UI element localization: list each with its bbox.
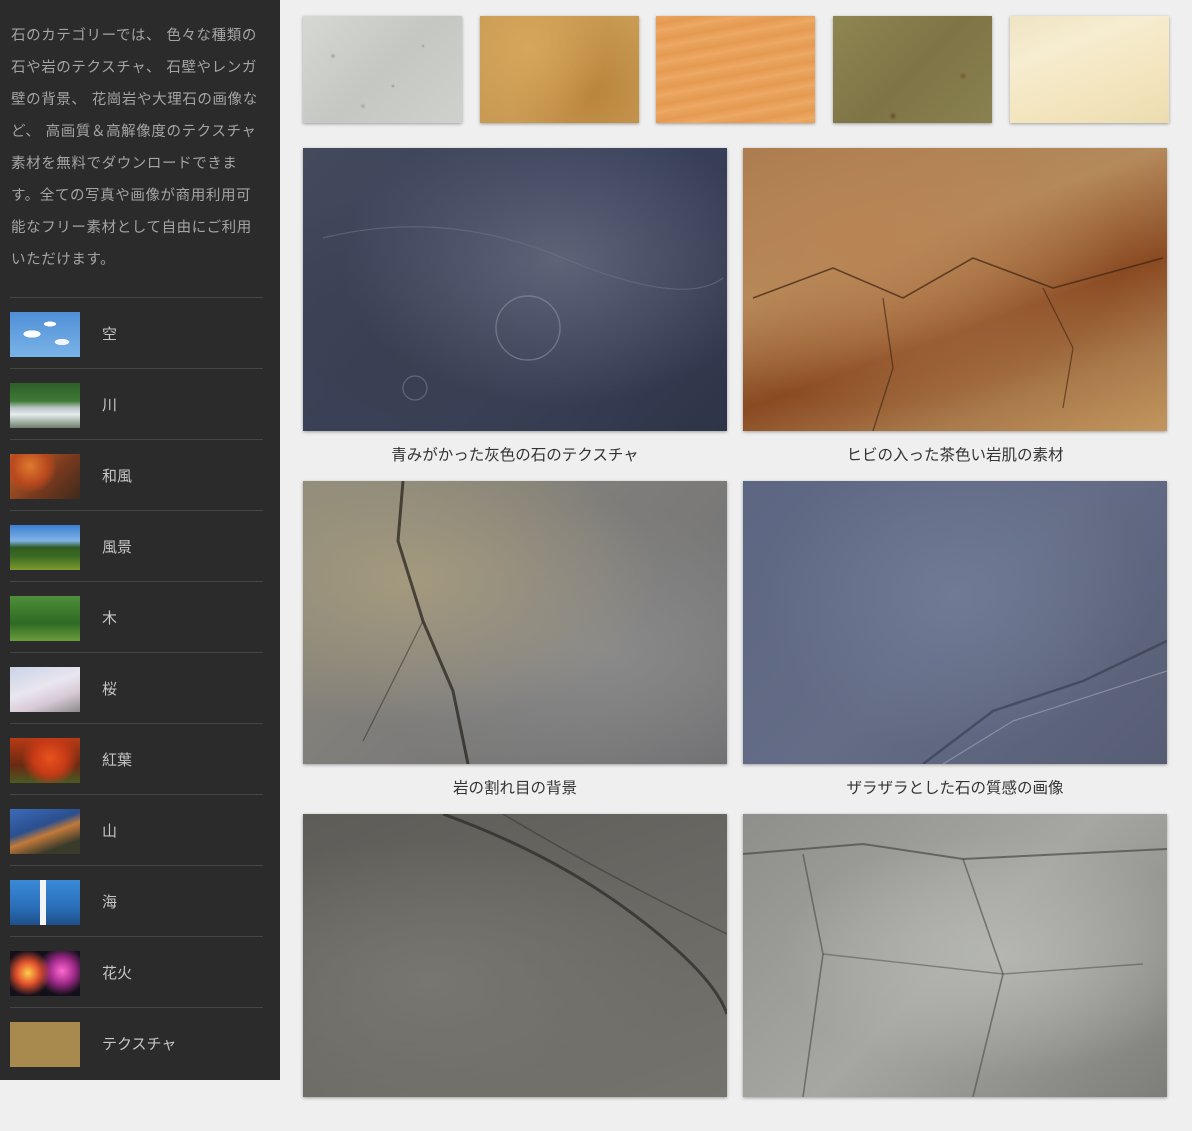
category-label: 川	[102, 396, 118, 414]
texture-thumbnail-cream-paper[interactable]	[1010, 16, 1169, 123]
tree-thumbnail	[10, 596, 80, 641]
category-label: 和風	[102, 467, 133, 485]
category-label: テクスチャ	[102, 1035, 177, 1053]
category-label: 花火	[102, 964, 133, 982]
gallery-caption: ザラザラとした石の質感の画像	[846, 779, 1064, 797]
autumn-leaves-thumbnail	[10, 738, 80, 783]
gallery-image	[743, 814, 1167, 1097]
category-label: 空	[102, 325, 118, 343]
mountain-thumbnail	[10, 809, 80, 854]
fireworks-thumbnail	[10, 951, 80, 996]
cherry-blossom-thumbnail	[10, 667, 80, 712]
gallery-card[interactable]: 岩の割れ目の背景	[303, 481, 727, 798]
gallery-image	[303, 481, 727, 764]
crack-lines	[442, 814, 727, 1015]
category-item-fireworks[interactable]: 花火	[10, 936, 263, 1007]
category-item-sea[interactable]: 海	[10, 865, 263, 936]
texture-thumbnail-sand-dune[interactable]	[656, 16, 815, 123]
sidebar: 石のカテゴリーでは、 色々な種類の石や岩のテクスチャ、 石壁やレンガ壁の背景、 …	[0, 0, 280, 1080]
category-item-sky[interactable]: 空	[10, 297, 263, 368]
crack-lines	[752, 257, 1164, 431]
texture-thumbnail	[10, 1022, 80, 1067]
category-item-texture[interactable]: テクスチャ	[10, 1007, 263, 1078]
gallery-card[interactable]: 青みがかった灰色の石のテクスチャ	[303, 148, 727, 465]
river-thumbnail	[10, 383, 80, 428]
gallery-caption: ヒビの入った茶色い岩肌の素材	[846, 446, 1064, 464]
category-label: 風景	[102, 538, 133, 556]
gallery-image	[303, 814, 727, 1097]
category-label: 海	[102, 893, 118, 911]
gallery-image	[743, 481, 1167, 764]
crack-lines	[922, 639, 1167, 764]
texture-thumbnail-cork[interactable]	[480, 16, 639, 123]
crack-lines	[743, 842, 1167, 1097]
category-item-autumn-leaves[interactable]: 紅葉	[10, 723, 263, 794]
gallery-card[interactable]	[743, 814, 1167, 1131]
category-label: 山	[102, 822, 118, 840]
category-label: 桜	[102, 680, 118, 698]
category-item-landscape[interactable]: 風景	[10, 510, 263, 581]
gallery-image	[303, 148, 727, 431]
category-item-tree[interactable]: 木	[10, 581, 263, 652]
gallery-caption: 青みがかった灰色の石のテクスチャ	[391, 446, 639, 464]
category-description: 石のカテゴリーでは、 色々な種類の石や岩のテクスチャ、 石壁やレンガ壁の背景、 …	[11, 28, 258, 268]
category-label: 紅葉	[102, 751, 133, 769]
stone-texture-overlay	[322, 226, 724, 401]
category-label: 木	[102, 609, 118, 627]
gallery-card[interactable]: ザラザラとした石の質感の画像	[743, 481, 1167, 798]
category-item-cherry-blossom[interactable]: 桜	[10, 652, 263, 723]
category-item-river[interactable]: 川	[10, 368, 263, 439]
gallery-card[interactable]	[303, 814, 727, 1131]
texture-thumbnail-olive-paper[interactable]	[833, 16, 992, 123]
gallery-caption	[303, 1109, 727, 1131]
crack-lines	[362, 481, 470, 764]
landscape-thumbnail	[10, 525, 80, 570]
sea-thumbnail	[10, 880, 80, 925]
gallery-image	[743, 148, 1167, 431]
gallery-card[interactable]: ヒビの入った茶色い岩肌の素材	[743, 148, 1167, 465]
category-list: 空 川 和風 風景 木 桜 紅葉 山 海 花火 テクスチャ	[10, 297, 263, 1078]
gallery-caption	[743, 1109, 1167, 1131]
category-item-mountain[interactable]: 山	[10, 794, 263, 865]
category-item-japanese-style[interactable]: 和風	[10, 439, 263, 510]
texture-thumbnail-concrete[interactable]	[303, 16, 462, 123]
gallery-caption: 岩の割れ目の背景	[452, 779, 577, 797]
japanese-style-thumbnail	[10, 454, 80, 499]
sky-thumbnail	[10, 312, 80, 357]
